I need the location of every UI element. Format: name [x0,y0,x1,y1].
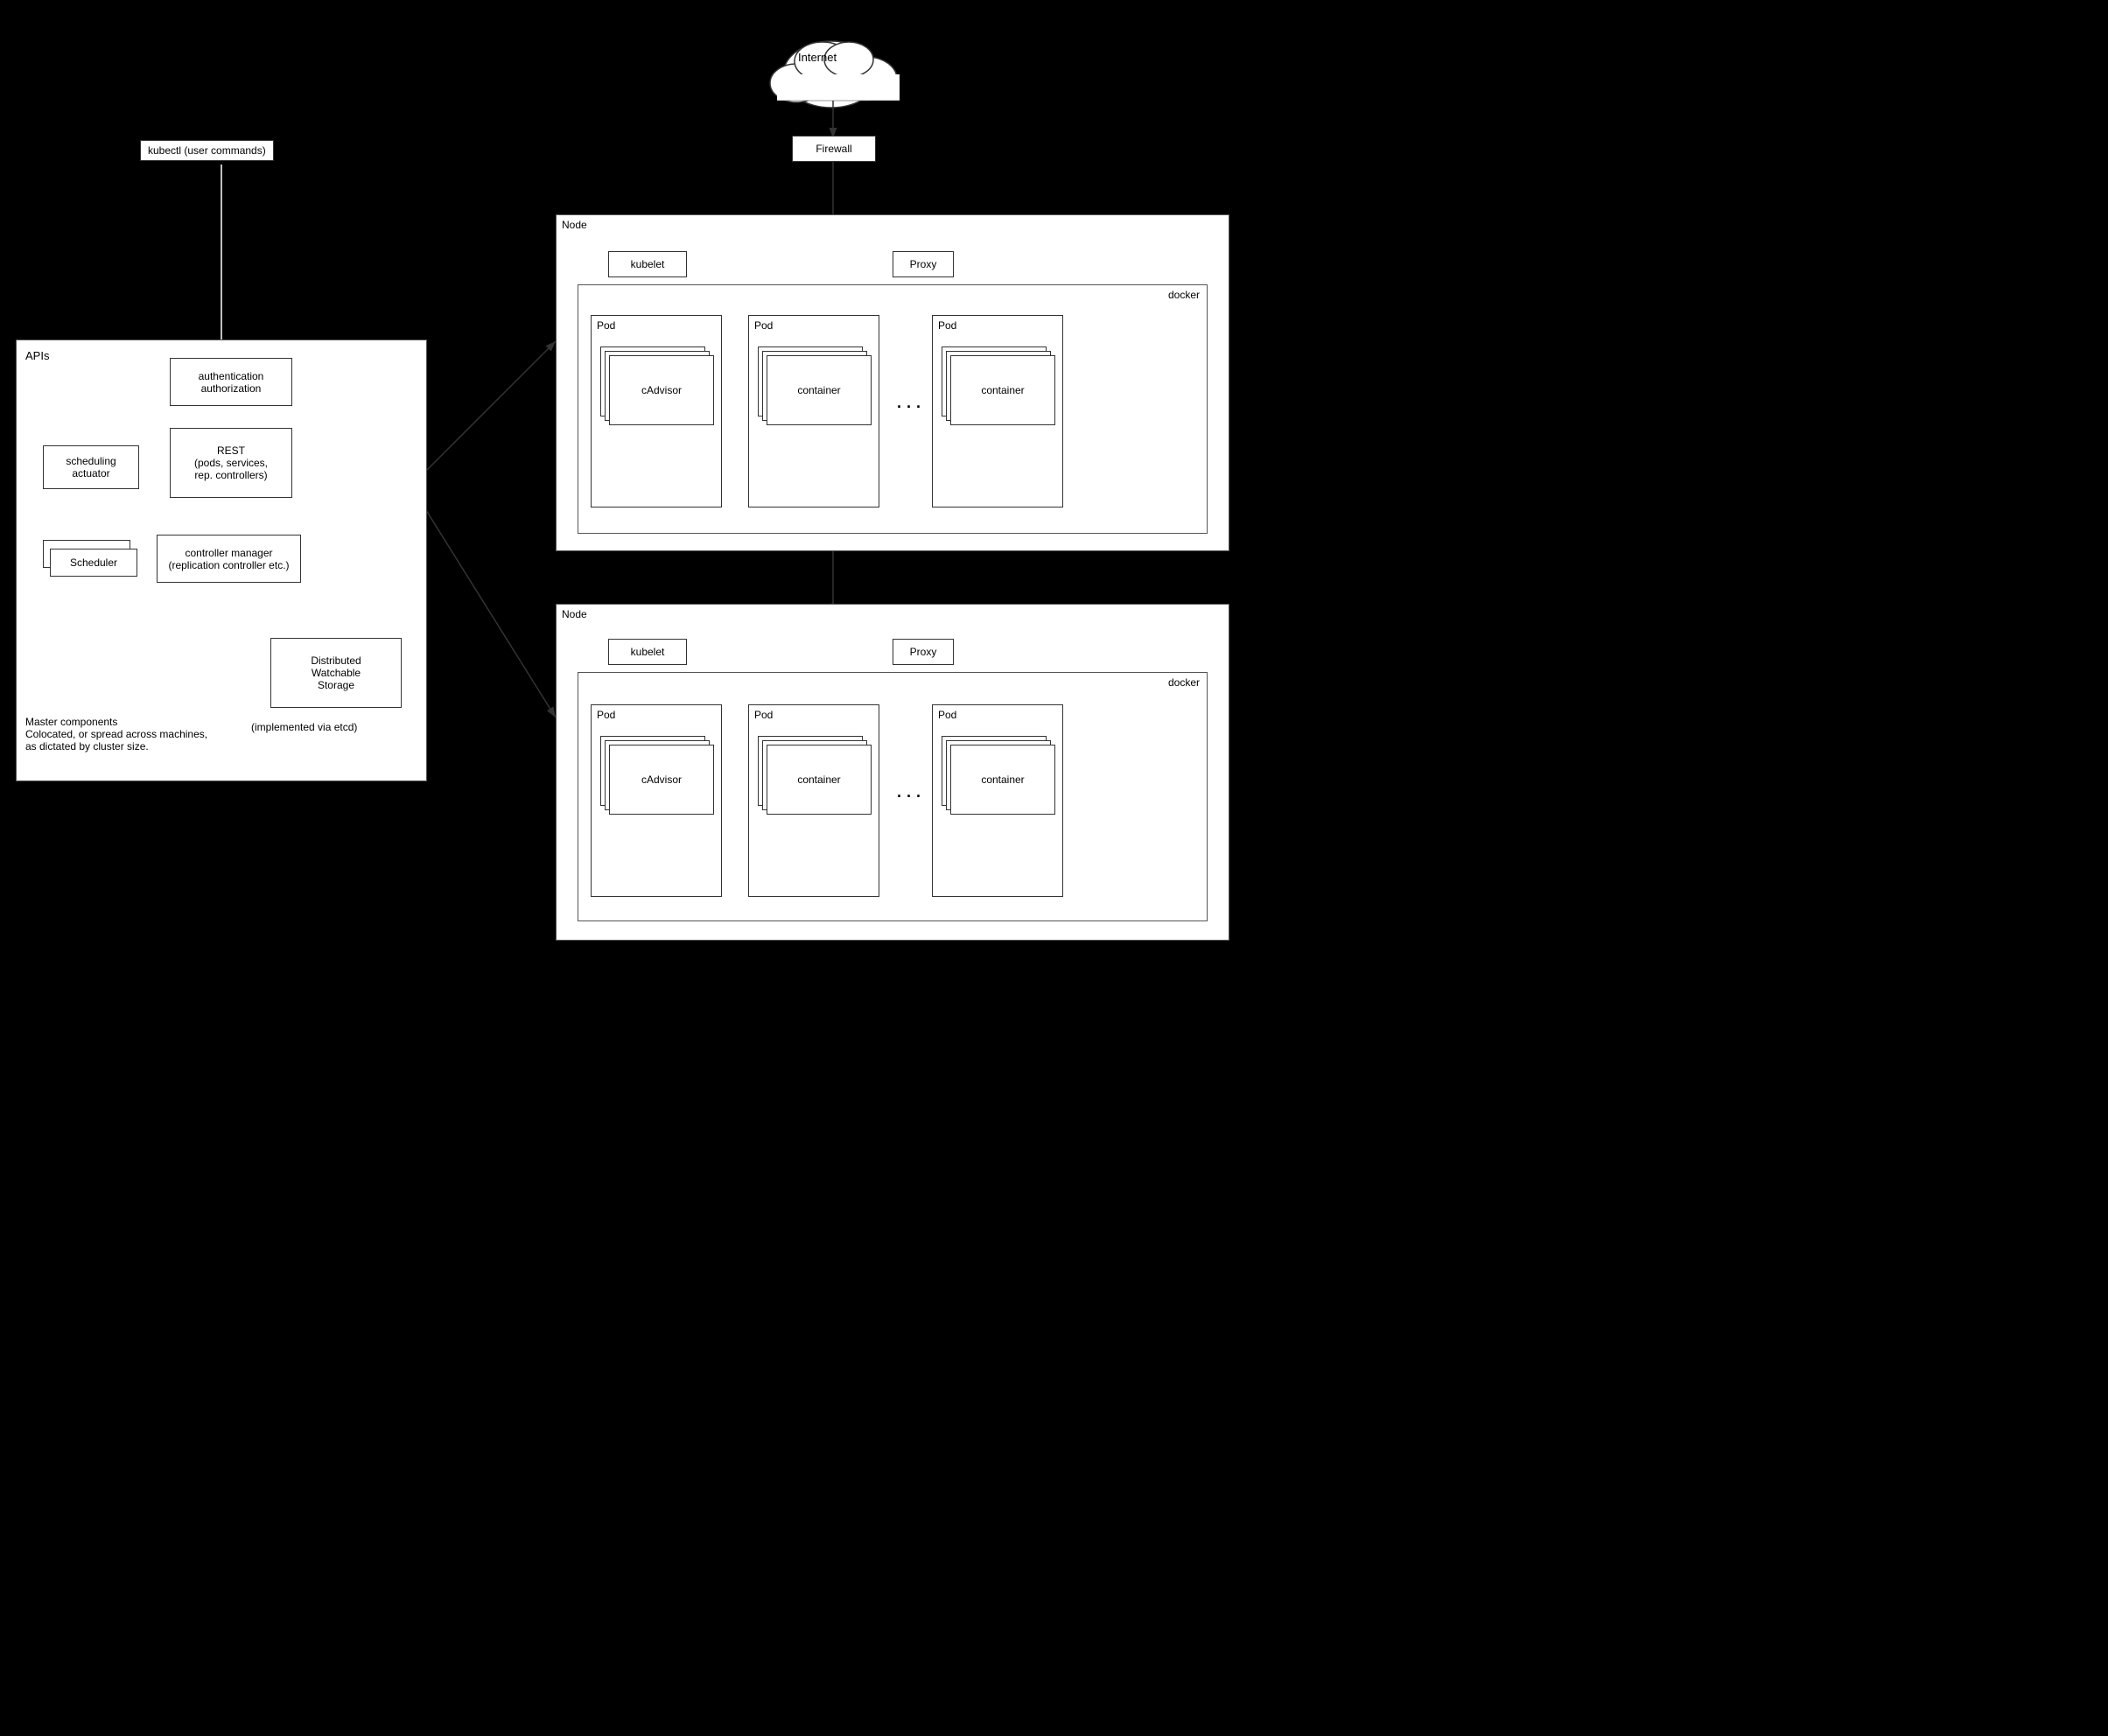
kubelet-box-2: kubelet [608,639,687,665]
rest-label: REST (pods, services, rep. controllers) [194,444,268,481]
proxy-box-2: Proxy [893,639,954,665]
node2-label: Node [562,608,587,620]
container-1-label: container [797,384,840,396]
cadvisor-1-label: cAdvisor [641,384,682,396]
container-2-label: container [981,384,1024,396]
kubelet-box-1: kubelet [608,251,687,277]
docker1-label: docker [1168,289,1200,301]
auth-label: authentication authorization [199,370,264,395]
auth-box: authentication authorization [170,358,292,406]
scheduling-box: scheduling actuator [43,445,139,489]
pod-box-1-1: Pod cAdvisor [591,315,722,508]
pod-box-2-1: Pod cAdvisor [591,704,722,897]
pod-box-1-3: Pod container [932,315,1063,508]
master-box: APIs authentication authorization REST (… [16,340,427,781]
firewall-box: Firewall [792,136,876,162]
etcd-label: (implemented via etcd) [251,721,357,733]
node1-label: Node [562,219,587,231]
docker2-label: docker [1168,676,1200,689]
controller-manager-box: controller manager (replication controll… [157,535,301,583]
master-note: Master components Colocated, or spread a… [25,704,207,752]
distributed-storage-label: Distributed Watchable Storage [311,654,361,691]
pod-2-2-label: Pod [754,709,773,721]
pod-box-2-2: Pod container [748,704,879,897]
container-3-label: container [797,774,840,786]
scheduler-box-2: Scheduler [50,549,137,577]
scheduling-label: scheduling actuator [66,455,116,480]
apis-label: APIs [25,349,49,362]
kubectl-label: kubectl (user commands) [140,140,274,161]
internet-label: Internet [798,51,837,64]
distributed-storage-box: Distributed Watchable Storage [270,638,402,708]
rest-box: REST (pods, services, rep. controllers) [170,428,292,498]
pod-1-3-label: Pod [938,319,956,332]
cadvisor-2-label: cAdvisor [641,774,682,786]
pod-box-1-2: Pod container [748,315,879,508]
pod-box-2-3: Pod container [932,704,1063,897]
pod-1-2-label: Pod [754,319,773,332]
container-4-label: container [981,774,1024,786]
pod-2-1-label: Pod [597,709,615,721]
proxy-box-1: Proxy [893,251,954,277]
ellipsis-2: · · · [897,788,921,806]
pod-1-1-label: Pod [597,319,615,332]
controller-manager-label: controller manager (replication controll… [168,547,289,571]
ellipsis-1: · · · [897,398,921,416]
pod-2-3-label: Pod [938,709,956,721]
